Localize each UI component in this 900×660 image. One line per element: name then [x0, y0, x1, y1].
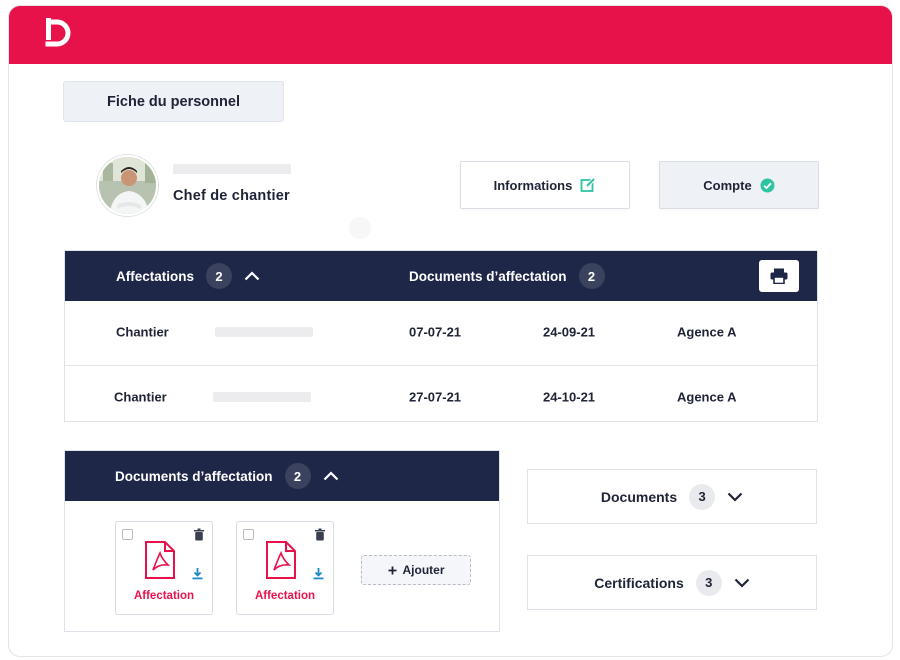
chevron-down-icon	[727, 492, 743, 502]
affectations-panel: Affectations 2 Documents d’affectation 2…	[64, 250, 818, 422]
personnel-sheet-button[interactable]: Fiche du personnel	[63, 81, 284, 122]
pdf-file-icon	[266, 541, 296, 579]
affectations-toggle[interactable]: Affectations 2	[116, 251, 260, 301]
start-date: 07-07-21	[409, 324, 462, 340]
table-row[interactable]: Chantier 27-07-21 24-10-21 Agence A	[65, 365, 817, 427]
assignment-documents-title: Documents d’affectation	[409, 268, 567, 284]
avatar	[97, 155, 158, 216]
decorative-dot	[349, 217, 371, 239]
file-checkbox[interactable]	[122, 529, 133, 540]
certifications-count-badge: 3	[695, 569, 722, 596]
end-date: 24-09-21	[543, 324, 596, 340]
assignment-documents-count-badge: 2	[578, 263, 605, 289]
site-label: Chantier	[116, 324, 169, 340]
pdf-file-icon	[145, 541, 175, 579]
print-button[interactable]	[759, 260, 799, 292]
name-placeholder	[173, 164, 291, 174]
check-circle-icon	[760, 178, 775, 192]
download-icon[interactable]	[312, 567, 325, 580]
agency: Agence A	[677, 389, 737, 404]
documents-count-badge: 3	[689, 483, 716, 510]
documents-section-title: Documents	[600, 488, 678, 505]
plus-icon	[388, 566, 396, 574]
site-name-placeholder	[213, 391, 311, 402]
personnel-sheet-label: Fiche du personnel	[107, 93, 240, 110]
compte-button[interactable]: Compte	[659, 161, 819, 209]
certifications-section-toggle[interactable]: Certifications 3	[527, 555, 817, 610]
compte-label: Compte	[703, 177, 752, 193]
assignment-documents-header: Documents d’affectation 2	[409, 251, 605, 301]
brand-logo-icon[interactable]	[42, 16, 76, 50]
informations-button[interactable]: Informations	[460, 161, 630, 209]
agency: Agence A	[677, 324, 737, 340]
affectations-title: Affectations	[116, 268, 195, 284]
assignment-documents-panel-count: 2	[284, 463, 311, 489]
top-bar	[9, 6, 892, 64]
table-row[interactable]: Chantier 07-07-21 24-09-21 Agence A	[65, 301, 817, 363]
affectations-count-badge: 2	[206, 263, 233, 289]
chevron-up-icon	[244, 271, 260, 281]
chevron-up-icon	[323, 471, 338, 481]
file-name: Affectation	[254, 590, 316, 602]
assignment-documents-panel: Documents d’affectation 2 Affectation Af…	[64, 450, 500, 632]
site-label: Chantier	[114, 389, 167, 404]
certifications-section-title: Certifications	[594, 574, 684, 591]
documents-section-toggle[interactable]: Documents 3	[527, 469, 817, 524]
assignment-documents-panel-title: Documents d’affectation	[115, 468, 273, 484]
assignment-documents-toggle[interactable]: Documents d’affectation 2	[115, 451, 339, 501]
affectations-header: Affectations 2 Documents d’affectation 2	[65, 251, 817, 301]
end-date: 24-10-21	[543, 389, 596, 404]
printer-icon	[770, 268, 788, 284]
file-checkbox[interactable]	[243, 529, 254, 540]
edit-icon	[580, 177, 596, 192]
trash-icon[interactable]	[314, 528, 326, 541]
site-name-placeholder	[215, 327, 313, 337]
chevron-down-icon	[734, 578, 750, 588]
start-date: 27-07-21	[409, 389, 462, 404]
trash-icon[interactable]	[193, 528, 205, 541]
file-name: Affectation	[133, 590, 195, 602]
informations-label: Informations	[493, 177, 573, 193]
file-card[interactable]: Affectation	[115, 521, 213, 615]
download-icon[interactable]	[191, 567, 204, 580]
add-document-label: Ajouter	[402, 563, 445, 577]
add-document-button[interactable]: Ajouter	[361, 555, 471, 585]
file-card[interactable]: Affectation	[236, 521, 334, 615]
job-title: Chef de chantier	[173, 188, 290, 204]
assignment-documents-panel-header: Documents d’affectation 2	[65, 451, 499, 501]
